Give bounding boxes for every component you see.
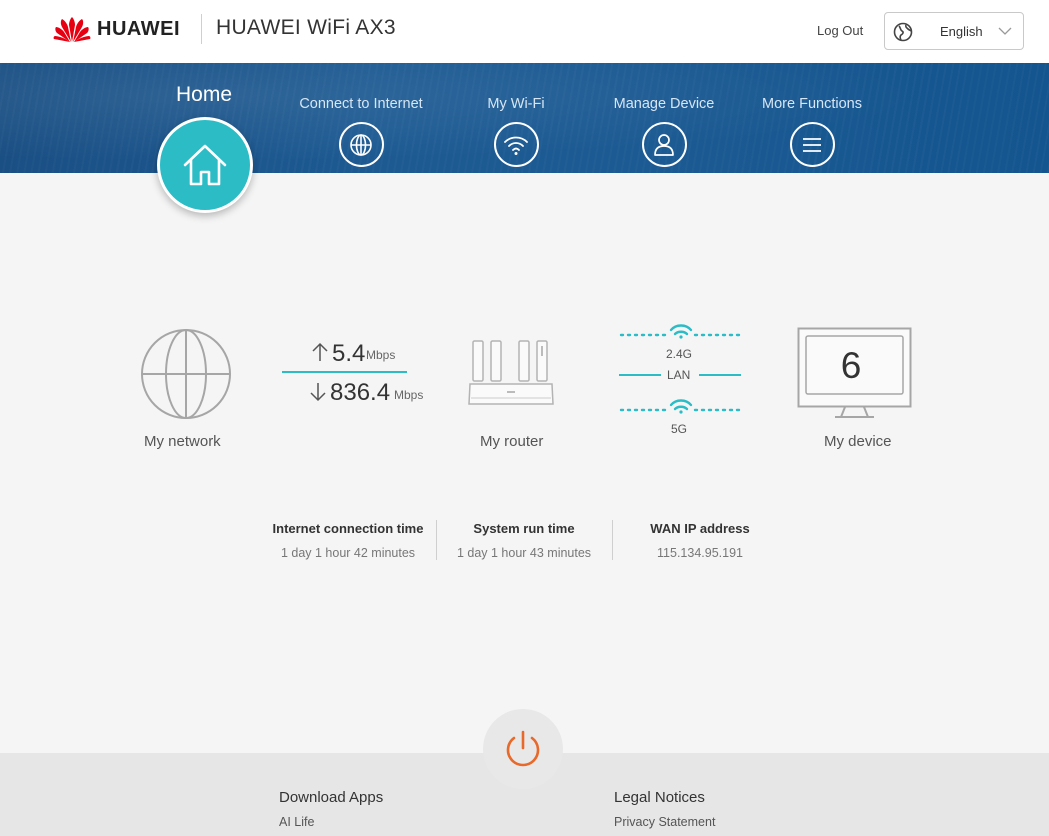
nav-label: Connect to Internet	[299, 96, 423, 112]
top-header: HUAWEI HUAWEI WiFi AX3 Log Out English	[0, 0, 1049, 63]
stat-divider	[436, 520, 437, 560]
upload-speed-value: 5.4	[332, 340, 366, 367]
my-router-label: My router	[480, 433, 544, 450]
footer-ai-life-link[interactable]: AI Life	[279, 815, 314, 829]
my-network-label: My network	[144, 433, 221, 450]
footer-download-apps-title: Download Apps	[279, 789, 384, 806]
home-icon	[183, 144, 227, 186]
speed-divider	[282, 371, 407, 373]
chevron-down-icon	[998, 27, 1012, 35]
download-arrow-icon	[310, 383, 326, 402]
wan-ip-address: WAN IP address 115.134.95.191	[630, 521, 770, 560]
stat-title: WAN IP address	[650, 521, 750, 536]
globe-icon	[338, 122, 384, 167]
upload-arrow-icon	[312, 342, 328, 361]
nav-label: More Functions	[762, 96, 862, 112]
power-icon[interactable]	[502, 728, 544, 770]
download-speed-unit: Mbps	[394, 388, 424, 402]
internet-connection-time: Internet connection time 1 day 1 hour 42…	[266, 521, 430, 560]
nav-my-wifi[interactable]: My Wi-Fi	[466, 96, 566, 167]
stat-divider	[612, 520, 613, 560]
band-2-4g-label: 2.4G	[666, 347, 693, 361]
wifi-icon	[493, 122, 539, 167]
network-globe-icon[interactable]	[140, 328, 232, 420]
nav-manage-device[interactable]: Manage Device	[604, 96, 724, 167]
band-5g-label: 5G	[671, 422, 688, 436]
language-select[interactable]: English	[884, 12, 1024, 50]
brand-name: HUAWEI	[97, 17, 180, 40]
nav-label: My Wi-Fi	[487, 96, 545, 112]
header-divider	[201, 14, 202, 44]
stat-value: 1 day 1 hour 42 minutes	[280, 546, 416, 560]
menu-icon	[789, 122, 835, 167]
user-icon	[641, 122, 687, 167]
footer-privacy-statement-link[interactable]: Privacy Statement	[614, 815, 715, 829]
logout-link[interactable]: Log Out	[817, 23, 863, 38]
stat-title: System run time	[473, 521, 575, 536]
stat-title: Internet connection time	[272, 521, 424, 536]
lan-label: LAN	[667, 368, 691, 382]
device-count: 6	[840, 345, 862, 386]
huawei-flower-icon	[53, 17, 91, 42]
huawei-logo: HUAWEI	[53, 14, 180, 44]
nav-connect-to-internet[interactable]: Connect to Internet	[293, 96, 429, 167]
globe-icon	[893, 22, 913, 42]
stat-value: 1 day 1 hour 43 minutes	[456, 546, 592, 560]
stat-value: 115.134.95.191	[657, 546, 743, 560]
nav-home-button[interactable]	[157, 117, 253, 213]
nav-label: Manage Device	[613, 96, 715, 112]
my-device-label: My device	[824, 433, 892, 450]
download-speed-value: 836.4	[330, 379, 391, 406]
nav-home-label[interactable]: Home	[176, 83, 232, 107]
router-icon[interactable]	[467, 338, 555, 408]
product-title: HUAWEI WiFi AX3	[216, 16, 396, 39]
system-run-time: System run time 1 day 1 hour 43 minutes	[446, 521, 602, 560]
language-value: English	[940, 24, 983, 39]
nav-more-functions[interactable]: More Functions	[752, 96, 872, 167]
upload-speed-unit: Mbps	[366, 348, 396, 362]
footer-legal-notices-title: Legal Notices	[614, 789, 705, 806]
